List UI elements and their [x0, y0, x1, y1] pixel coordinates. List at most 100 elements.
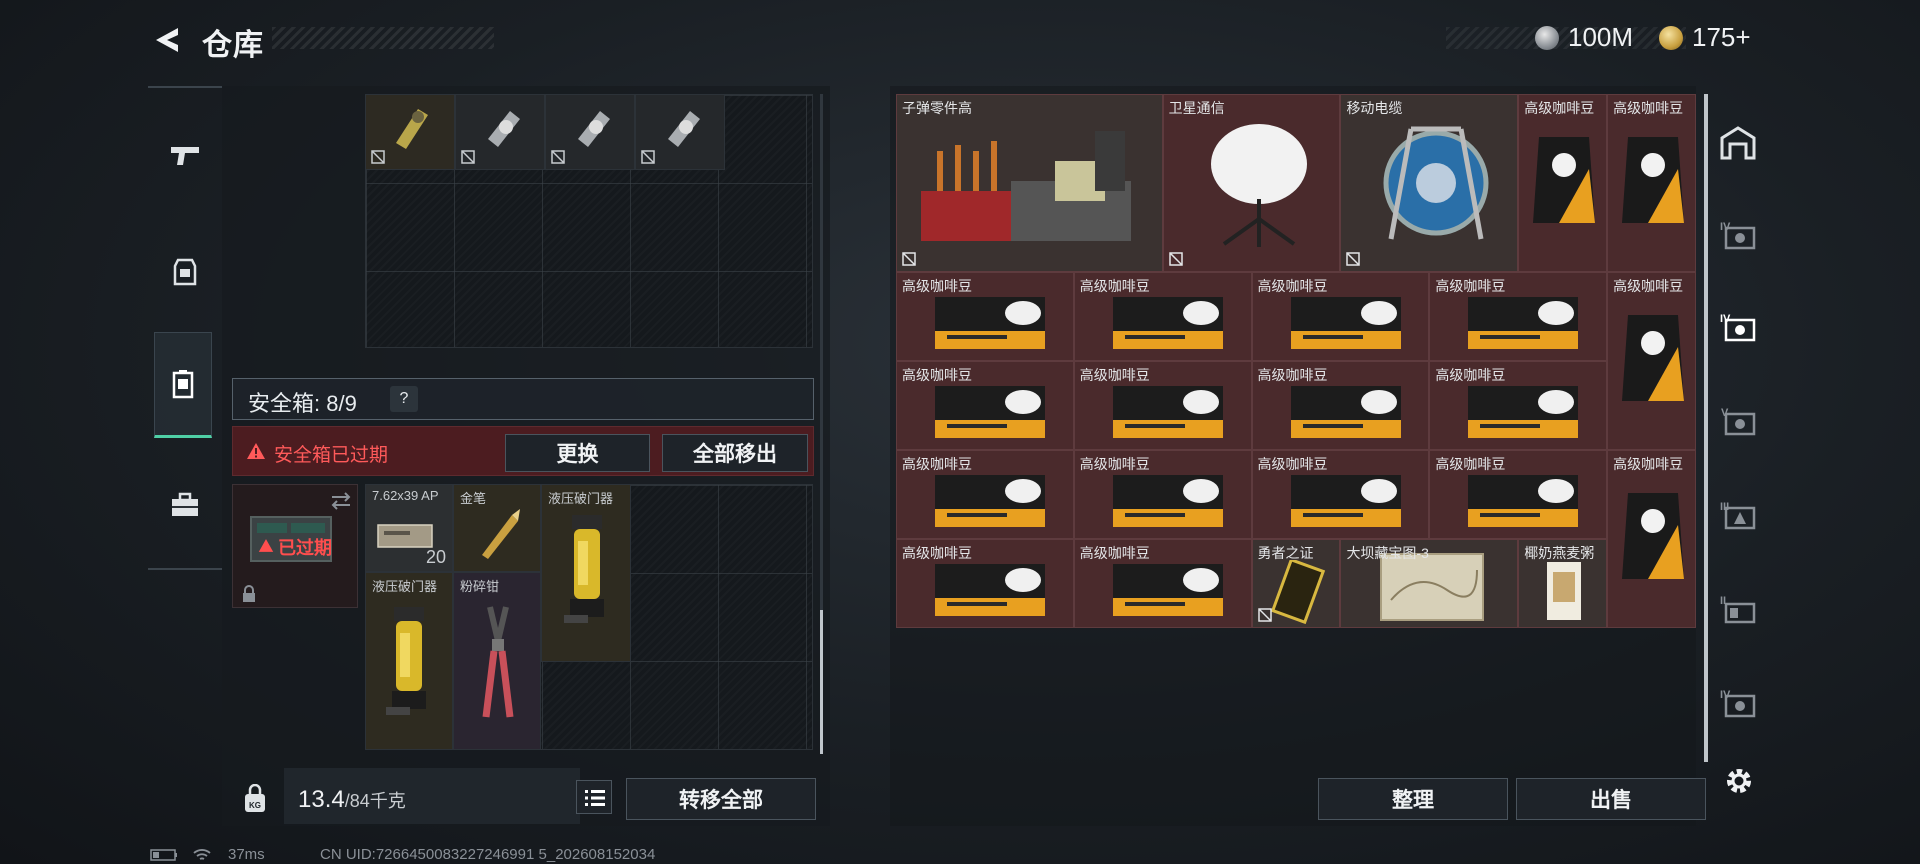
item-image-icon [1290, 297, 1401, 349]
svg-text:III: III [1720, 501, 1729, 513]
ping-text: 37ms [228, 846, 265, 863]
tab-weapons[interactable] [156, 102, 214, 208]
stash-item-pack[interactable]: 高级咖啡豆 [1073, 272, 1252, 361]
back-arrow-icon[interactable] [148, 22, 184, 58]
safebox-expired-warning: 安全箱已过期 [274, 445, 389, 466]
currency-decoration [1446, 27, 1686, 49]
svg-text:II: II [1720, 595, 1726, 607]
item-label: 高级咖啡豆 [1435, 367, 1506, 383]
sort-button[interactable]: 整理 [1318, 778, 1508, 820]
stash-item-pack[interactable]: 高级咖啡豆 [1251, 450, 1430, 539]
stash-iii-icon: III [1720, 501, 1756, 530]
help-button[interactable]: ? [390, 386, 418, 412]
sell-button[interactable]: 出售 [1516, 778, 1706, 820]
stash-iv-icon: IV [1720, 313, 1756, 342]
swap-icon[interactable] [329, 491, 353, 511]
item-label: 高级咖啡豆 [1435, 456, 1506, 472]
safebox-item[interactable]: 液压破门器 [365, 572, 453, 750]
safebox-item[interactable]: 液压破门器 [541, 484, 631, 662]
item-label: 高级咖啡豆 [1079, 278, 1150, 294]
warning-icon [247, 443, 265, 459]
stash-tab-2[interactable]: IV [1714, 214, 1762, 258]
tab-armor[interactable] [156, 218, 214, 324]
item-image-icon [935, 297, 1045, 349]
item-label: 高级咖啡豆 [1613, 456, 1684, 472]
svg-text:IV: IV [1720, 221, 1731, 233]
backpack-item[interactable] [545, 94, 635, 170]
item-label: 卫星通信 [1168, 100, 1225, 116]
briefcase-icon [172, 492, 198, 516]
stash-item-pack[interactable]: 高级咖啡豆 [1251, 361, 1430, 450]
stash-item-pack[interactable]: 高级咖啡豆 [1073, 539, 1252, 628]
bind-icon [1257, 608, 1272, 622]
replace-button[interactable]: 更换 [505, 434, 650, 472]
stash-item-pack[interactable]: 高级咖啡豆 [1073, 450, 1252, 539]
stash-main-icon [1720, 126, 1756, 160]
stash-item-pack[interactable]: 高级咖啡豆 [1251, 272, 1430, 361]
stash-item-pack[interactable]: 高级咖啡豆 [1073, 361, 1252, 450]
stash-item-dish[interactable]: 卫星通信 [1162, 94, 1341, 272]
stash-item-pack[interactable]: 高级咖啡豆 [1429, 272, 1608, 361]
list-view-button[interactable] [576, 780, 612, 814]
stash-page-tabs: IV IV V III II IV [1708, 94, 1768, 754]
bind-icon [1168, 252, 1183, 266]
stash-item-pack[interactable]: 高级咖啡豆 [1429, 361, 1608, 450]
backpack-item[interactable] [365, 94, 455, 170]
bind-icon [641, 150, 655, 164]
stash-tab-3-active[interactable]: IV [1714, 306, 1762, 350]
tab-toolbox[interactable] [156, 452, 214, 558]
stash-item-bag[interactable]: 高级咖啡豆 [1518, 94, 1608, 272]
safebox-item[interactable]: 7.62x39 AP 20 [365, 484, 453, 572]
gold-coin-icon [1659, 26, 1683, 50]
stash-item-pack[interactable]: 高级咖啡豆 [896, 450, 1074, 539]
bolt-cutter-icon [482, 606, 514, 718]
svg-text:IV: IV [1720, 313, 1731, 325]
safebox-item[interactable]: 粉碎钳 [453, 572, 541, 750]
stash-tab-4[interactable]: V [1714, 400, 1762, 444]
stash-item-box[interactable]: 椰奶燕麦粥 [1518, 539, 1608, 628]
stash-item-reel[interactable]: 移动电缆 [1340, 94, 1519, 272]
stash-tab-6[interactable]: II [1714, 588, 1762, 632]
item-image-icon [1547, 562, 1582, 620]
stash-item-pack[interactable]: 高级咖啡豆 [896, 539, 1074, 628]
stash-tab-5[interactable]: III [1714, 494, 1762, 538]
stash-item-card[interactable]: 勇者之证 [1251, 539, 1341, 628]
item-label: 移动电缆 [1346, 100, 1403, 116]
item-label: 高级咖啡豆 [1079, 367, 1150, 383]
tab-safebox[interactable] [154, 332, 212, 438]
stash-item-pack[interactable]: 高级咖啡豆 [1429, 450, 1608, 539]
list-icon [585, 790, 605, 806]
stash-item-map[interactable]: 大坝藏宝图-3 [1340, 539, 1519, 628]
svg-text:V: V [1721, 407, 1729, 419]
stash-item-bag[interactable]: 高级咖啡豆 [1607, 450, 1696, 628]
currency-gold[interactable]: 175+ [1692, 22, 1751, 53]
stash-item-bag[interactable]: 高级咖啡豆 [1607, 272, 1696, 450]
item-image-icon [935, 386, 1045, 438]
gold-pen-icon [482, 509, 520, 559]
stash-item-pack[interactable]: 高级咖啡豆 [896, 272, 1074, 361]
item-image-icon [1468, 386, 1579, 438]
hydraulic-breacher-icon [564, 515, 604, 623]
uid-text: CN UID:7266450083227246991 5_20260815203… [320, 846, 656, 863]
bind-icon [551, 150, 565, 164]
item-image-icon [1622, 315, 1685, 401]
remove-all-button[interactable]: 全部移出 [662, 434, 808, 472]
backpack-item[interactable] [635, 94, 725, 170]
stash-item-pack[interactable]: 高级咖啡豆 [896, 361, 1074, 450]
stash-item-ammo[interactable]: 子弹零件高 [896, 94, 1163, 272]
expired-warning-icon [258, 539, 274, 552]
backpack-item[interactable] [455, 94, 545, 170]
svg-text:KG: KG [249, 801, 261, 810]
item-image-icon [1112, 386, 1223, 438]
item-label: 高级咖啡豆 [1079, 456, 1150, 472]
left-scrollbar-thumb[interactable] [820, 610, 823, 754]
stash-item-bag[interactable]: 高级咖啡豆 [1607, 94, 1696, 272]
item-image-icon [1210, 124, 1307, 247]
stash-tab-7[interactable]: IV [1714, 682, 1762, 726]
safebox-item[interactable]: 金笔 [453, 484, 541, 572]
transfer-all-button[interactable]: 转移全部 [626, 778, 816, 820]
settings-gear-icon[interactable] [1722, 764, 1756, 798]
title-decoration [272, 27, 494, 49]
currency-silver[interactable]: 100M [1568, 22, 1633, 53]
stash-tab-1[interactable] [1714, 120, 1762, 164]
